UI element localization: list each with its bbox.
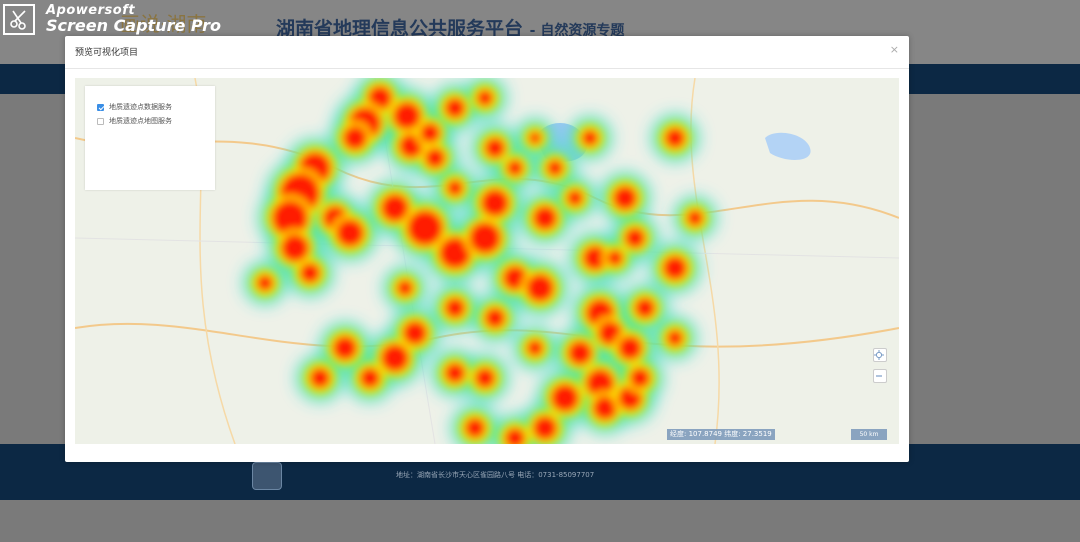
heat-blob-core [485, 308, 505, 328]
heat-blob-core [310, 368, 330, 388]
heat-blob-core [475, 368, 495, 388]
zoom-out-button[interactable] [873, 369, 887, 383]
watermark-product: Screen Capture Pro [46, 16, 222, 35]
heat-blob-core [481, 189, 509, 217]
heat-blob-core [381, 344, 409, 372]
heat-blob-core [533, 206, 557, 230]
heat-blob-core [551, 384, 579, 412]
heat-blob-core [529, 132, 541, 144]
minus-icon [876, 375, 882, 377]
preview-dialog: 预览可视化项目 × 地质遗迹点数据服务 地质遗迹点地图服务 经度: 107.87… [65, 36, 909, 462]
heat-blob-core [613, 186, 637, 210]
layer-item-data-service[interactable]: 地质遗迹点数据服务 [97, 102, 172, 112]
scale-bar: 50 km [851, 429, 887, 440]
heat-blob-core [445, 98, 465, 118]
locate-icon [874, 350, 884, 360]
heat-blob-core [445, 298, 465, 318]
scissors-icon [3, 4, 35, 35]
heat-blob-core [635, 298, 655, 318]
heat-blob-core [360, 368, 380, 388]
heat-blob-core [425, 148, 445, 168]
heat-blob-core [526, 274, 554, 302]
heatmap-map[interactable]: 地质遗迹点数据服务 地质遗迹点地图服务 经度: 107.8749 纬度: 27.… [75, 78, 899, 444]
heat-blob-core [469, 222, 501, 254]
coordinates-readout: 经度: 107.8749 纬度: 27.3519 [667, 429, 775, 440]
heat-blob-core [403, 321, 427, 345]
heat-blob-core [507, 160, 523, 176]
layer-label: 地质遗迹点数据服务 [109, 103, 172, 111]
dialog-header: 预览可视化项目 × [65, 36, 909, 69]
heat-blob-core [485, 138, 505, 158]
heat-blob-core [393, 102, 421, 130]
close-icon[interactable]: × [890, 43, 899, 56]
heat-blob-core [630, 368, 650, 388]
heat-blob-core [607, 250, 623, 266]
heat-blob-core [407, 210, 443, 246]
heat-blob-core [447, 180, 463, 196]
heat-blob-core [300, 263, 320, 283]
heat-blob-core [397, 280, 413, 296]
heat-blob-core [663, 256, 687, 280]
checkbox-checked-icon[interactable] [97, 103, 104, 111]
heat-blob-core [567, 190, 583, 206]
layer-item-map-service[interactable]: 地质遗迹点地图服务 [97, 116, 172, 126]
layer-label: 地质遗迹点地图服务 [109, 117, 172, 125]
heat-blob-core [445, 363, 465, 383]
layer-panel: 地质遗迹点数据服务 地质遗迹点地图服务 [85, 86, 215, 190]
heat-blob-core [477, 90, 493, 106]
heat-blob-core [336, 219, 364, 247]
locate-button[interactable] [873, 348, 887, 362]
heat-blob-core [665, 128, 685, 148]
heat-blob-core [527, 340, 543, 356]
heat-blob-core [281, 234, 309, 262]
footer-address: 地址：湖南省长沙市天心区雀园路八号 电话：0731-85097707 [396, 471, 595, 479]
heat-blob-core [343, 126, 367, 150]
heat-blob-core [420, 123, 440, 143]
heat-blob-core [257, 275, 273, 291]
heat-blob-core [582, 130, 598, 146]
checkbox-unchecked-icon[interactable] [97, 117, 104, 125]
dialog-title: 预览可视化项目 [75, 48, 139, 58]
heat-blob-core [465, 418, 485, 438]
heat-blob-core [568, 341, 592, 365]
heat-blob-core [667, 330, 683, 346]
heat-blob-core [333, 336, 357, 360]
footer-emblem-icon [252, 462, 282, 490]
heat-blob-core [618, 336, 642, 360]
screen-capture-watermark: Apowersoft Screen Capture Pro [0, 0, 221, 38]
heat-blob-core [687, 210, 703, 226]
heat-blob-core [547, 160, 563, 176]
heat-blob-core [533, 416, 557, 440]
heat-blob-core [625, 228, 645, 248]
